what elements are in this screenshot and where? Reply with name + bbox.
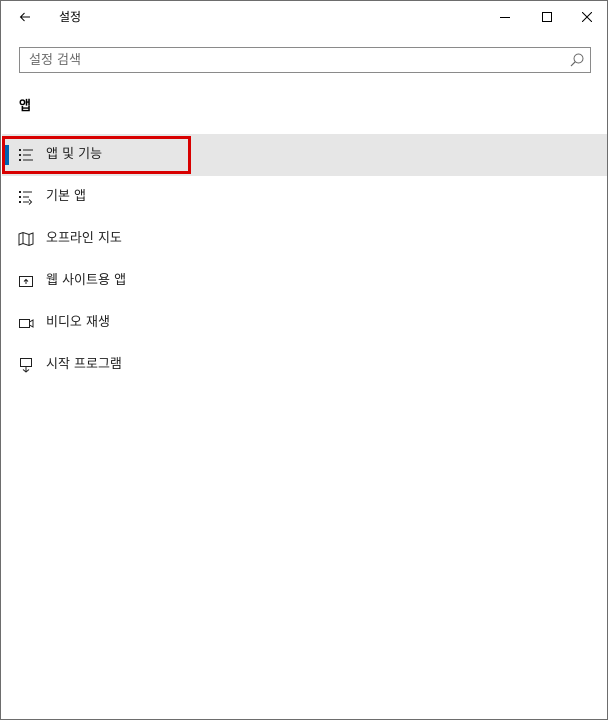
selection-indicator <box>5 145 9 165</box>
search-box[interactable] <box>19 47 591 73</box>
apps-for-websites-icon <box>19 276 33 287</box>
default-apps-icon <box>19 191 33 205</box>
minimize-button[interactable] <box>485 1 525 33</box>
title-bar: 설정 <box>1 1 607 33</box>
window-title: 설정 <box>59 10 82 24</box>
close-button[interactable] <box>567 1 607 33</box>
back-button[interactable] <box>9 3 41 31</box>
settings-window: 설정 앱 <box>0 0 608 720</box>
apps-features-icon <box>19 149 33 161</box>
nav-item-default-apps[interactable]: 기본 앱 <box>2 176 607 218</box>
back-arrow-icon <box>19 12 30 22</box>
maximize-button[interactable] <box>527 1 567 33</box>
close-icon <box>582 12 592 22</box>
section-title: 앱 <box>19 99 31 114</box>
nav-item-apps-for-websites[interactable]: 웹 사이트용 앱 <box>2 260 607 302</box>
startup-icon <box>20 358 32 373</box>
nav-item-label: 기본 앱 <box>46 189 87 204</box>
maximize-icon <box>542 12 552 22</box>
nav-item-startup[interactable]: 시작 프로그램 <box>2 344 607 386</box>
video-playback-icon <box>19 319 34 328</box>
nav-item-label: 웹 사이트용 앱 <box>46 273 127 288</box>
nav-item-apps-features[interactable]: 앱 및 기능 <box>2 134 607 176</box>
nav-item-label: 시작 프로그램 <box>46 357 122 372</box>
nav-item-label: 앱 및 기능 <box>46 147 103 162</box>
offline-maps-icon <box>18 231 34 247</box>
nav-item-label: 비디오 재생 <box>46 315 110 330</box>
minimize-icon <box>500 17 510 18</box>
search-icon[interactable] <box>569 52 585 68</box>
search-input[interactable] <box>20 48 569 72</box>
nav-item-video-playback[interactable]: 비디오 재생 <box>2 302 607 344</box>
nav-item-offline-maps[interactable]: 오프라인 지도 <box>2 218 607 260</box>
nav-item-label: 오프라인 지도 <box>46 231 122 246</box>
